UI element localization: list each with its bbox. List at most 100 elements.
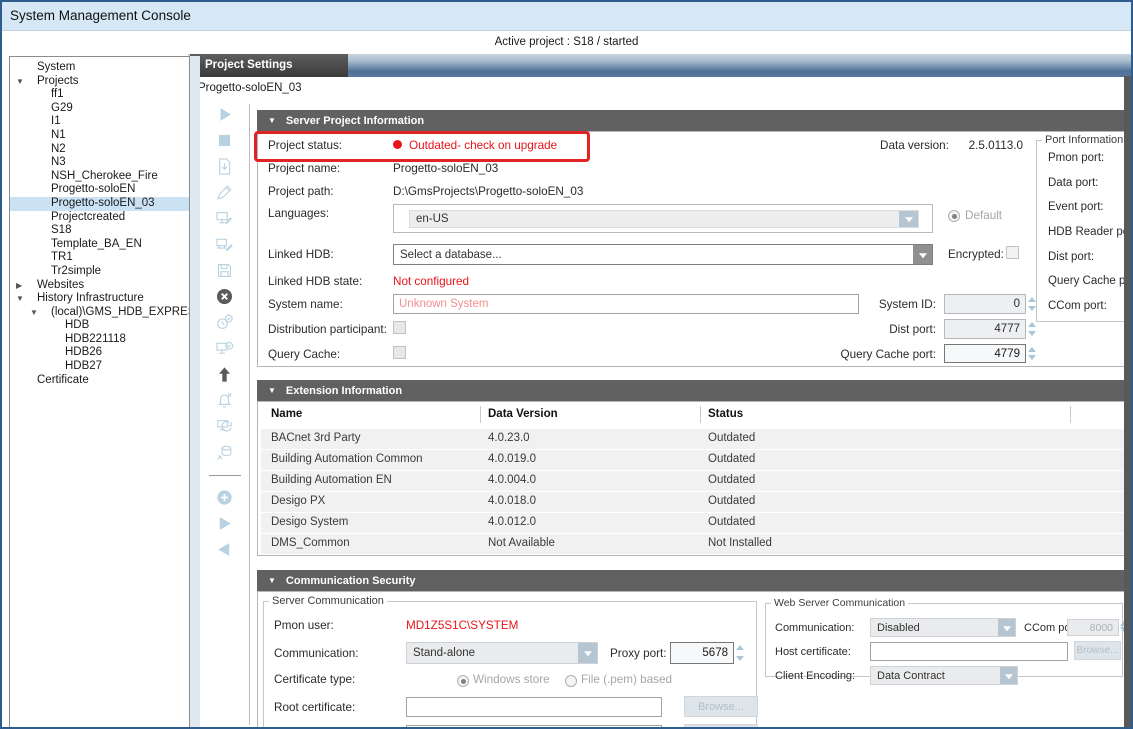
distribution-participant-checkbox[interactable] <box>393 321 406 334</box>
expanded-arrow-icon[interactable]: ▼ <box>16 292 24 306</box>
extension-status: Outdated <box>708 432 755 444</box>
edit-project-button[interactable] <box>212 182 238 203</box>
root-certificate-label: Root certificate: <box>274 701 355 714</box>
collapsed-arrow-icon[interactable]: ▶ <box>16 279 22 293</box>
tree-item-s18[interactable]: S18 <box>10 224 189 238</box>
chevron-down-icon[interactable] <box>1000 667 1017 684</box>
expanded-arrow-icon[interactable]: ▼ <box>16 75 24 89</box>
query-cache-checkbox[interactable] <box>393 346 406 359</box>
save-button[interactable] <box>212 260 238 281</box>
project-status-value: Outdated- check on upgrade <box>393 139 557 152</box>
tree-item-history-infrastructure[interactable]: ▼History Infrastructure <box>10 292 189 306</box>
spinner-arrows-icon[interactable] <box>736 642 745 664</box>
tree-item-system[interactable]: System <box>10 61 189 75</box>
tree-scrollbar[interactable] <box>190 56 200 728</box>
upgrade-project-button[interactable] <box>212 364 238 385</box>
language-dropdown[interactable]: en-US <box>409 210 919 228</box>
tree-item-tr2simple[interactable]: Tr2simple <box>10 265 189 279</box>
tree-item-tr1[interactable]: TR1 <box>10 251 189 265</box>
collapse-button[interactable] <box>212 539 238 560</box>
stop-project-button[interactable] <box>212 130 238 151</box>
tree-item-n1[interactable]: N1 <box>10 129 189 143</box>
table-row[interactable]: Building Automation EN4.0.004.0Outdated <box>261 471 1124 491</box>
windows-store-radio[interactable] <box>457 675 469 687</box>
edit-computer-button[interactable] <box>212 234 238 255</box>
chevron-down-icon[interactable] <box>578 643 597 663</box>
section-collapse-icon[interactable]: ▼ <box>268 386 276 395</box>
edit-station-button[interactable] <box>212 208 238 229</box>
spinner-arrows-icon[interactable] <box>1028 319 1037 339</box>
web-host-certificate-browse-button[interactable]: Browse... <box>1074 641 1121 660</box>
system-name-input[interactable] <box>393 294 859 314</box>
section-header-communication-security[interactable]: ▼Communication Security <box>257 570 1126 591</box>
ccom-port-field[interactable]: 8000 <box>1067 619 1119 636</box>
linked-hdb-dropdown[interactable]: Select a database... <box>393 244 933 265</box>
root-certificate-browse-button[interactable]: Browse... <box>684 696 758 717</box>
column-header-data-version: Data Version <box>488 408 558 420</box>
chevron-down-icon[interactable] <box>998 619 1015 636</box>
tree-item-progetto-soloen[interactable]: Progetto-soloEN <box>10 183 189 197</box>
tree-item-template-ba-en[interactable]: Template_BA_EN <box>10 238 189 252</box>
tab-project-settings[interactable]: Project Settings <box>190 54 348 77</box>
vertical-scrollbar[interactable] <box>1124 76 1131 727</box>
client-encoding-dropdown[interactable]: Data Contract <box>870 666 1018 685</box>
file-pem-radio[interactable] <box>565 675 577 687</box>
section-header-extension-information[interactable]: ▼Extension Information <box>257 380 1126 401</box>
validate-station-button[interactable] <box>212 338 238 359</box>
web-communication-dropdown[interactable]: Disabled <box>870 618 1016 637</box>
dist-port-field[interactable]: 4777 <box>944 319 1026 339</box>
tree-item-ff1[interactable]: ff1 <box>10 88 189 102</box>
section-collapse-icon[interactable]: ▼ <box>268 576 276 585</box>
tree-item-nsh-cherokee-fire[interactable]: NSH_Cherokee_Fire <box>10 170 189 184</box>
linked-hdb-value: Select a database... <box>400 245 502 264</box>
proxy-port-field[interactable]: 5678 <box>670 642 734 664</box>
table-row[interactable]: DMS_CommonNot AvailableNot Installed <box>261 534 1124 554</box>
pmon-user-label: Pmon user: <box>274 619 334 632</box>
tree-item-n2[interactable]: N2 <box>10 143 189 157</box>
add-button[interactable] <box>212 487 238 508</box>
cancel-button[interactable] <box>212 286 238 307</box>
host-certificate-browse-button[interactable]: Browse... <box>684 724 758 727</box>
section-collapse-icon[interactable]: ▼ <box>268 116 276 125</box>
restore-project-button[interactable] <box>212 416 238 437</box>
notifications-off-button[interactable] <box>212 390 238 411</box>
tree-item-hdb[interactable]: HDB <box>10 319 189 333</box>
tree-item-g29[interactable]: G29 <box>10 102 189 116</box>
start-project-button[interactable] <box>212 104 238 125</box>
tree-item-projects[interactable]: ▼Projects <box>10 75 189 89</box>
expanded-arrow-icon[interactable]: ▼ <box>30 306 38 320</box>
extension-status: Outdated <box>708 453 755 465</box>
tree-item-hdb26[interactable]: HDB26 <box>10 346 189 360</box>
tree-item-n3[interactable]: N3 <box>10 156 189 170</box>
cleanup-database-button[interactable] <box>212 442 238 463</box>
expand-button[interactable] <box>212 513 238 534</box>
chevron-down-icon[interactable] <box>913 245 932 264</box>
table-row[interactable]: BACnet 3rd Party4.0.23.0Outdated <box>261 429 1124 449</box>
table-row[interactable]: Building Automation Common4.0.019.0Outda… <box>261 450 1124 470</box>
root-certificate-input[interactable] <box>406 697 662 717</box>
tree-item-projectcreated[interactable]: Projectcreated <box>10 211 189 225</box>
spinner-arrows-icon[interactable] <box>1028 344 1037 363</box>
tree-item-hdb221118[interactable]: HDB221118 <box>10 333 189 347</box>
tree-item--local-gms-hdb-express[interactable]: ▼(local)\GMS_HDB_EXPRESS <box>10 306 189 320</box>
table-row[interactable]: Desigo PX4.0.018.0Outdated <box>261 492 1124 512</box>
export-project-button[interactable] <box>212 156 238 177</box>
query-cache-port-field[interactable]: 4779 <box>944 344 1026 363</box>
extension-data-version: 4.0.012.0 <box>488 516 536 528</box>
tree-item-i1[interactable]: I1 <box>10 115 189 129</box>
server-communication-dropdown[interactable]: Stand-alone <box>406 642 598 664</box>
tree-item-websites[interactable]: ▶Websites <box>10 279 189 293</box>
default-language-radio[interactable] <box>948 210 960 222</box>
chevron-down-icon[interactable] <box>899 211 918 227</box>
encrypted-checkbox[interactable] <box>1006 246 1019 259</box>
system-id-field[interactable]: 0 <box>944 294 1026 314</box>
tree-item-progetto-soloen-03[interactable]: Progetto-soloEN_03 <box>10 197 189 211</box>
section-header-server-project-information[interactable]: ▼Server Project Information <box>257 110 1126 131</box>
validate-project-button[interactable] <box>212 312 238 333</box>
table-row[interactable]: Desigo System4.0.012.0Outdated <box>261 513 1124 533</box>
tree-item-certificate[interactable]: Certificate <box>10 374 189 388</box>
host-certificate-input[interactable] <box>406 725 662 727</box>
tree-item-hdb27[interactable]: HDB27 <box>10 360 189 374</box>
web-host-certificate-input[interactable] <box>870 642 1068 661</box>
project-name-label: Project name: <box>268 162 340 175</box>
